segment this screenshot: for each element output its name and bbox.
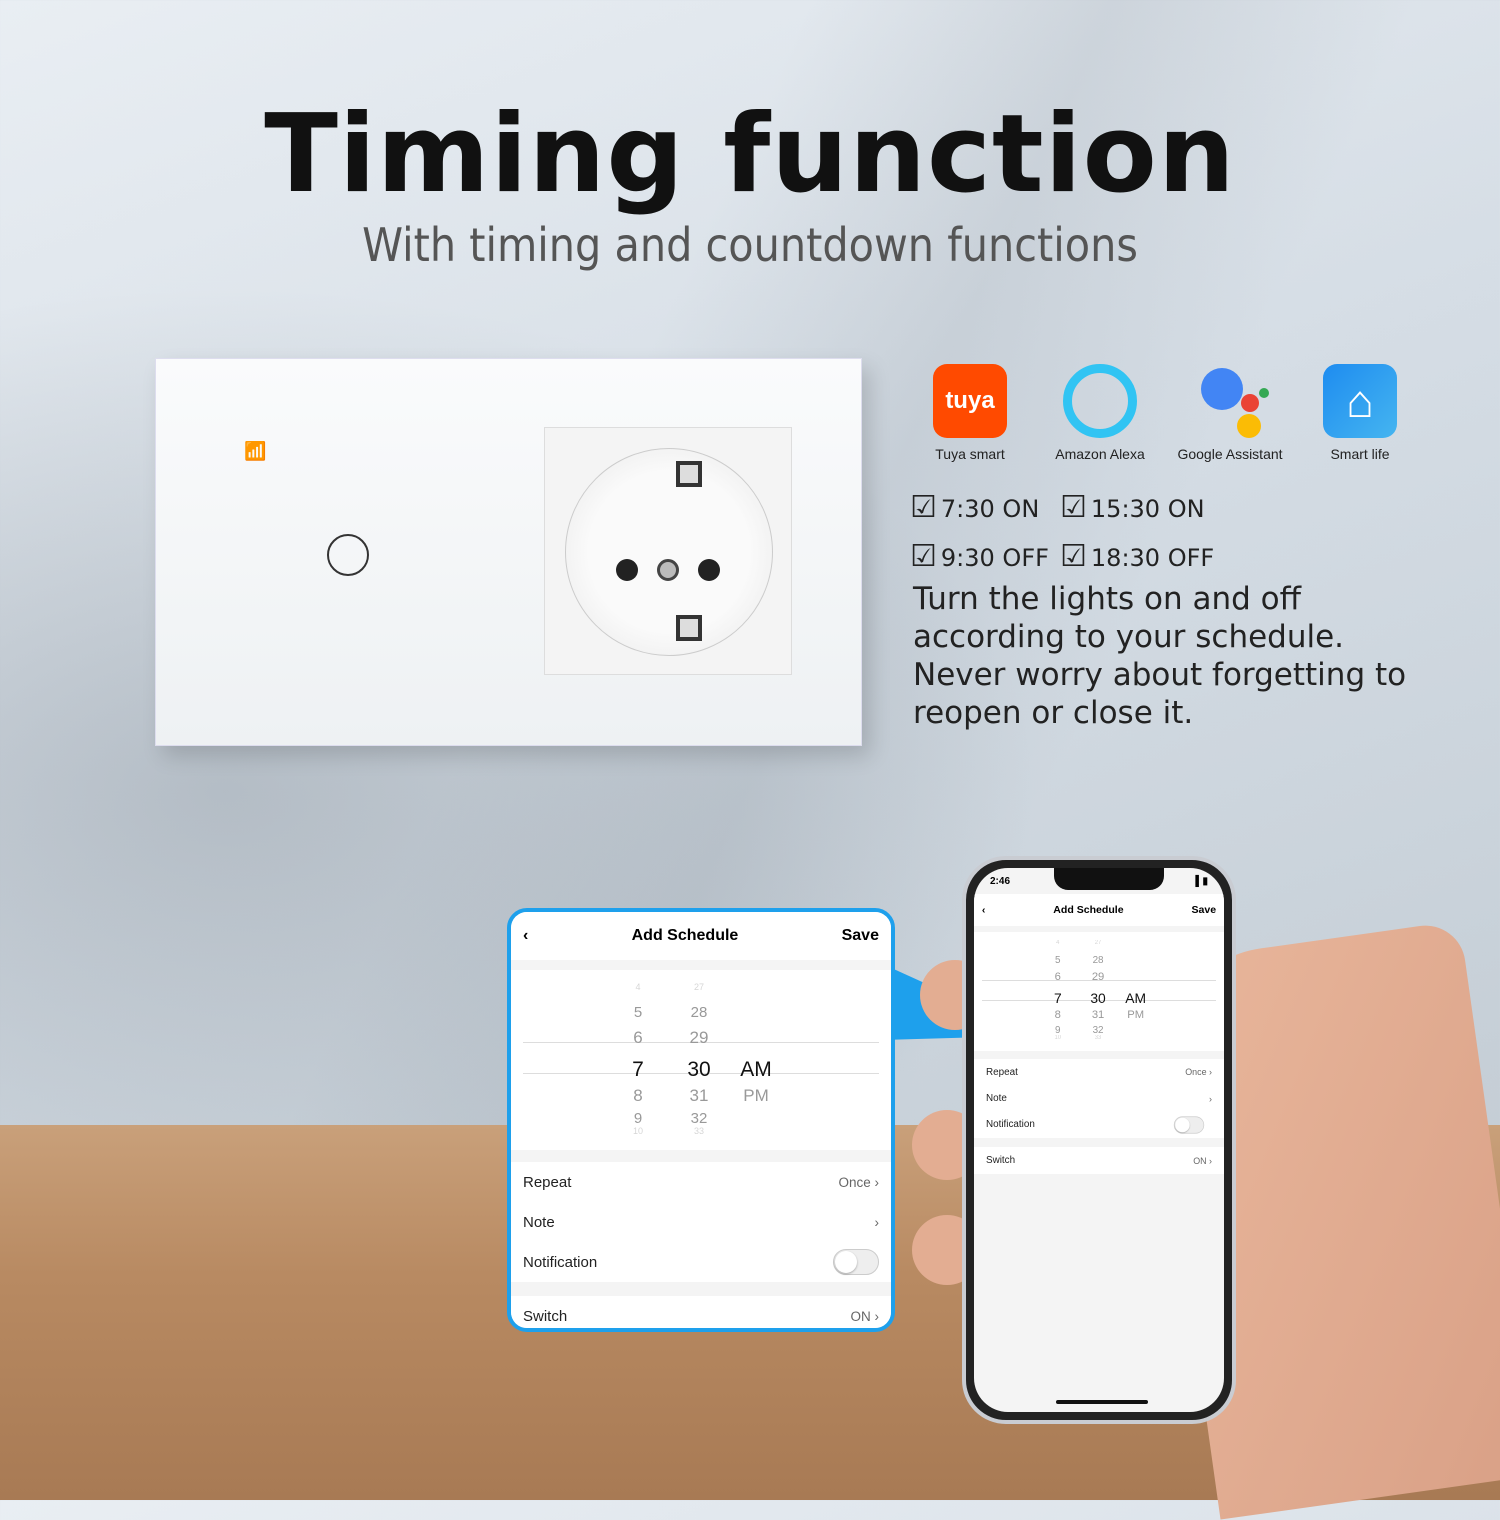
screen-title: Add Schedule bbox=[631, 927, 739, 944]
checkbox-checked-icon: ☑ bbox=[910, 539, 937, 574]
schedule-item: ☑ 15:30 ON bbox=[1060, 490, 1205, 525]
socket-hole-left bbox=[616, 559, 638, 581]
picker-value[interactable]: 8 bbox=[623, 1086, 653, 1106]
eu-socket bbox=[544, 427, 792, 675]
notification-toggle[interactable] bbox=[833, 1249, 879, 1275]
picker-value[interactable]: AM bbox=[736, 1058, 776, 1082]
picker-value[interactable]: PM bbox=[1123, 1009, 1149, 1021]
picker-value[interactable]: 10 bbox=[623, 1126, 653, 1136]
time-picker[interactable]: 4 5 6 7 8 9 10 27 28 29 30 31 32 33 AM PM bbox=[511, 970, 891, 1150]
picker-value[interactable]: 33 bbox=[1086, 1035, 1110, 1041]
note-row[interactable]: Note › bbox=[974, 1085, 1224, 1112]
notification-row: Notification bbox=[974, 1111, 1224, 1139]
back-button[interactable]: ‹ bbox=[523, 927, 528, 945]
schedule-item: ☑ 7:30 ON bbox=[910, 490, 1040, 525]
switch-row[interactable]: Switch ON › bbox=[511, 1296, 891, 1328]
notification-toggle[interactable] bbox=[1173, 1116, 1205, 1134]
phone-screen: 2:46 ▌▮ ‹ Add Schedule Save 4 5 6 7 8 9 10 27 28… bbox=[974, 868, 1224, 1412]
picker-value[interactable]: 27 bbox=[681, 982, 717, 992]
notification-row: Notification bbox=[511, 1242, 891, 1282]
checkbox-checked-icon: ☑ bbox=[1060, 539, 1087, 574]
picker-value[interactable]: 31 bbox=[1086, 1009, 1110, 1021]
picker-value[interactable]: 31 bbox=[681, 1086, 717, 1106]
app-google-assistant: Google Assistant bbox=[1165, 364, 1295, 462]
checkbox-checked-icon: ☑ bbox=[910, 490, 937, 525]
picker-value[interactable]: 32 bbox=[1086, 1025, 1110, 1036]
signal-wifi-battery-icon: ▌▮ bbox=[1195, 875, 1208, 887]
compatible-apps: tuya Tuya smart Amazon Alexa Google Assi… bbox=[905, 364, 1425, 462]
picker-value[interactable]: 4 bbox=[623, 982, 653, 992]
google-assistant-icon bbox=[1193, 364, 1269, 438]
wifi-icon: 📶 bbox=[244, 441, 267, 461]
picker-value[interactable]: 28 bbox=[681, 1004, 717, 1021]
app-label: Smart life bbox=[1330, 446, 1390, 462]
picker-value[interactable]: 29 bbox=[681, 1028, 717, 1048]
chevron-right-icon: › bbox=[874, 1214, 880, 1230]
repeat-row[interactable]: Repeat Once › bbox=[511, 1162, 891, 1202]
picker-value[interactable]: 29 bbox=[1086, 971, 1110, 983]
picker-value[interactable]: 10 bbox=[1048, 1035, 1068, 1041]
alexa-icon bbox=[1063, 364, 1137, 438]
checkbox-checked-icon: ☑ bbox=[1060, 490, 1087, 525]
picker-value[interactable]: 6 bbox=[1048, 971, 1068, 983]
picker-value[interactable]: 30 bbox=[681, 1058, 717, 1082]
notch bbox=[1054, 868, 1164, 890]
chevron-right-icon: › bbox=[874, 1174, 880, 1190]
picker-value[interactable]: 33 bbox=[681, 1126, 717, 1136]
tuya-icon: tuya bbox=[933, 364, 1007, 438]
schedule-item: ☑ 18:30 OFF bbox=[1060, 539, 1215, 574]
picker-value[interactable]: 9 bbox=[1048, 1025, 1068, 1036]
picker-value[interactable]: 7 bbox=[1048, 990, 1068, 1006]
switch-row[interactable]: Switch ON › bbox=[974, 1147, 1224, 1174]
picker-value[interactable]: 30 bbox=[1086, 990, 1110, 1006]
socket-clip-top bbox=[676, 461, 702, 487]
socket-clip-bottom bbox=[676, 615, 702, 641]
page-subtitle: With timing and countdown functions bbox=[362, 218, 1138, 272]
smart-life-icon: ⌂ bbox=[1323, 364, 1397, 438]
socket-hole-right bbox=[698, 559, 720, 581]
chevron-right-icon: › bbox=[1209, 1067, 1212, 1078]
picker-value[interactable]: 9 bbox=[623, 1110, 653, 1127]
chevron-right-icon: › bbox=[1209, 1155, 1212, 1166]
description: Turn the lights on and off according to … bbox=[913, 581, 1407, 731]
save-button[interactable]: Save bbox=[842, 927, 879, 945]
back-button[interactable]: ‹ bbox=[982, 904, 986, 916]
time-picker[interactable]: 4 5 6 7 8 9 10 27 28 29 30 31 32 33 AM PM bbox=[974, 932, 1224, 1052]
note-row[interactable]: Note › bbox=[511, 1202, 891, 1242]
touch-button bbox=[327, 534, 369, 576]
picker-value[interactable]: 28 bbox=[1086, 955, 1110, 966]
repeat-row[interactable]: Repeat Once › bbox=[974, 1058, 1224, 1086]
picker-value[interactable]: 5 bbox=[1048, 955, 1068, 966]
app-smart-life: ⌂ Smart life bbox=[1295, 364, 1425, 462]
picker-value[interactable]: 32 bbox=[681, 1110, 717, 1127]
picker-value[interactable]: 27 bbox=[1086, 940, 1110, 946]
picker-value[interactable]: 4 bbox=[1048, 940, 1068, 946]
schedule-examples: ☑ 7:30 ON ☑ 15:30 ON ☑ 9:30 OFF ☑ 18:30 OFF bbox=[910, 490, 1220, 574]
app-tuya: tuya Tuya smart bbox=[905, 364, 1035, 462]
picker-value[interactable]: PM bbox=[736, 1086, 776, 1106]
save-button[interactable]: Save bbox=[1191, 904, 1216, 916]
picker-value[interactable]: 8 bbox=[1048, 1009, 1068, 1021]
schedule-zoom-card: ‹ Add Schedule Save 4 5 6 7 8 9 10 27 28 29 30 31 3… bbox=[507, 908, 895, 1332]
chevron-right-icon: › bbox=[874, 1308, 880, 1324]
schedule-header: ‹ Add Schedule Save bbox=[511, 912, 891, 960]
socket-center-indicator bbox=[657, 559, 679, 581]
app-alexa: Amazon Alexa bbox=[1035, 364, 1165, 462]
picker-value[interactable]: 6 bbox=[623, 1028, 653, 1048]
chevron-right-icon: › bbox=[1209, 1093, 1212, 1104]
page-title: Timing function bbox=[264, 92, 1236, 217]
app-label: Tuya smart bbox=[935, 446, 1005, 462]
picker-value[interactable]: 5 bbox=[623, 1004, 653, 1021]
schedule-item: ☑ 9:30 OFF bbox=[910, 539, 1049, 574]
smartphone: 2:46 ▌▮ ‹ Add Schedule Save 4 5 6 7 8 9 10 27 28… bbox=[962, 856, 1236, 1424]
home-indicator bbox=[1056, 1400, 1148, 1404]
screen-title: Add Schedule bbox=[1053, 903, 1124, 916]
app-label: Google Assistant bbox=[1177, 446, 1283, 462]
picker-value[interactable]: AM bbox=[1123, 990, 1149, 1006]
schedule-header: ‹ Add Schedule Save bbox=[974, 894, 1224, 926]
app-label: Amazon Alexa bbox=[1055, 446, 1145, 462]
picker-value[interactable]: 7 bbox=[623, 1058, 653, 1082]
switch-socket-panel: 📶 bbox=[155, 358, 862, 746]
